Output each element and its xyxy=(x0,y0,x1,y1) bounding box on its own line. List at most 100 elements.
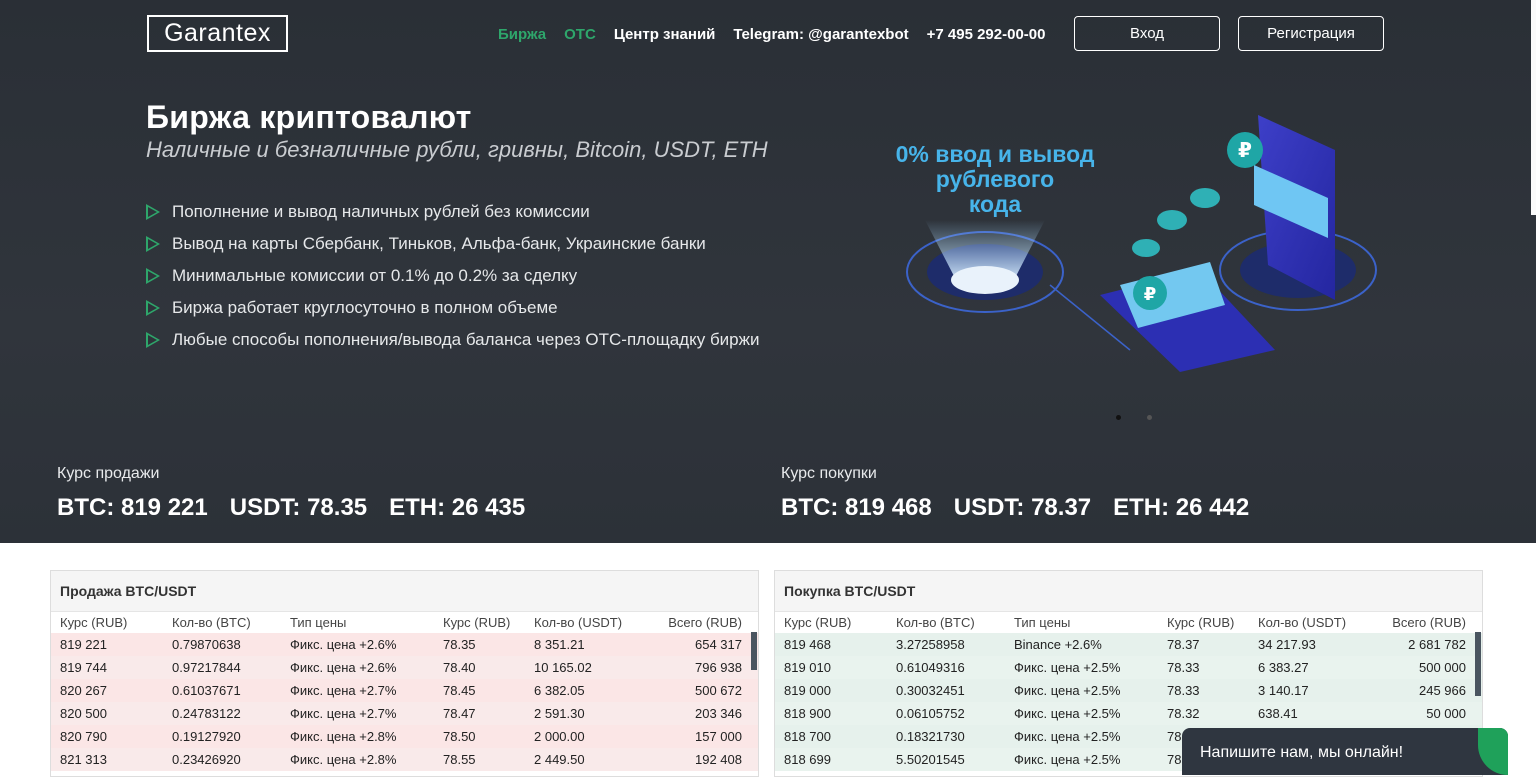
table-cell: Фикс. цена +2.5% xyxy=(1014,683,1121,698)
table-row[interactable]: 819 010 0.61049316 Фикс. цена +2.5% 78.33 6 … xyxy=(775,656,1482,679)
nav-phone[interactable]: +7 495 292-00-00 xyxy=(927,26,1046,46)
table-cell: 10 165.02 xyxy=(534,660,592,675)
table-cell: 78.33 xyxy=(1167,683,1200,698)
column-header: Курс (RUB) xyxy=(784,615,852,630)
feature-list: Пополнение и вывод наличных рублей без к… xyxy=(146,196,760,356)
login-button[interactable]: Вход xyxy=(1074,16,1220,51)
table-cell: 157 000 xyxy=(695,729,742,744)
nav-exchange[interactable]: Биржа xyxy=(498,26,546,46)
table-cell: 0.06105752 xyxy=(896,706,965,721)
column-header: Тип цены xyxy=(1014,615,1071,630)
table-cell: Фикс. цена +2.7% xyxy=(290,706,397,721)
column-header: Кол-во (BTC) xyxy=(172,615,251,630)
table-cell: Фикс. цена +2.5% xyxy=(1014,660,1121,675)
feature-item: Любые способы пополнения/вывода баланса … xyxy=(146,324,760,356)
table-cell: 819 010 xyxy=(784,660,831,675)
table-cell: 34 217.93 xyxy=(1258,637,1316,652)
table-cell: 192 408 xyxy=(695,752,742,767)
table-cell: 0.61049316 xyxy=(896,660,965,675)
promo-line: рублевого xyxy=(935,166,1055,192)
table-cell: Binance +2.6% xyxy=(1014,637,1102,652)
table-cell: 820 267 xyxy=(60,683,107,698)
table-cell: Фикс. цена +2.5% xyxy=(1014,752,1121,767)
feature-text: Минимальные комиссии от 0.1% до 0.2% за … xyxy=(172,266,578,285)
table-cell: Фикс. цена +2.8% xyxy=(290,729,397,744)
buy-rate-title: Курс покупки xyxy=(781,465,877,482)
table-cell: 819 744 xyxy=(60,660,107,675)
table-cell: 78.55 xyxy=(443,752,476,767)
table-cell: 654 317 xyxy=(695,637,742,652)
table-row[interactable]: 818 900 0.06105752 Фикс. цена +2.5% 78.32 63… xyxy=(775,702,1482,725)
table-cell: 78.47 xyxy=(443,706,476,721)
register-button[interactable]: Регистрация xyxy=(1238,16,1384,51)
sell-rate-btc: BTC: 819 221 xyxy=(57,494,208,521)
nav-telegram[interactable]: Telegram: @garantexbot xyxy=(733,26,908,46)
svg-text:₽: ₽ xyxy=(1144,284,1157,305)
nav-knowledge-center[interactable]: Центр знаний xyxy=(614,26,716,46)
table-cell: 6 382.05 xyxy=(534,683,585,698)
table-cell: 818 699 xyxy=(784,752,831,767)
table-row[interactable]: 821 313 0.23426920 Фикс. цена +2.8% 78.55 2 … xyxy=(51,748,758,771)
table-cell: 819 468 xyxy=(784,637,831,652)
nav-otc[interactable]: OTC xyxy=(564,26,596,46)
page-subtitle: Наличные и безналичные рубли, гривны, Bi… xyxy=(146,137,768,162)
sell-rate-usdt: USDT: 78.35 xyxy=(229,494,368,521)
column-header: Кол-во (USDT) xyxy=(1258,615,1347,630)
sell-orderbook-body: Курс (RUB) Кол-во (BTC) Тип цены Курс (RUB)… xyxy=(51,612,758,771)
table-cell: Фикс. цена +2.6% xyxy=(290,637,397,652)
column-header: Кол-во (USDT) xyxy=(534,615,623,630)
svg-text:₽: ₽ xyxy=(1238,138,1252,162)
table-cell: 78.37 xyxy=(1167,637,1200,652)
table-header-row: Курс (RUB) Кол-во (BTC) Тип цены Курс (RUB)… xyxy=(775,612,1482,633)
table-row[interactable]: 819 000 0.30032451 Фикс. цена +2.5% 78.33 3 … xyxy=(775,679,1482,702)
table-cell: 0.19127920 xyxy=(172,729,241,744)
page-title: Биржа криптовалют xyxy=(146,99,472,135)
feature-item: Пополнение и вывод наличных рублей без к… xyxy=(146,196,760,228)
page-scrollbar[interactable] xyxy=(1531,0,1536,215)
buy-rate-eth: ETH: 26 442 xyxy=(1113,494,1250,521)
table-cell: 2 591.30 xyxy=(534,706,585,721)
main-nav: Биржа OTC Центр знаний Telegram: @garant… xyxy=(498,26,1045,46)
table-cell: Фикс. цена +2.7% xyxy=(290,683,397,698)
sell-orderbook-title: Продажа BTC/USDT xyxy=(51,571,758,612)
buy-orderbook-title: Покупка BTC/USDT xyxy=(775,571,1482,612)
table-cell: 8 351.21 xyxy=(534,637,585,652)
table-cell: Фикс. цена +2.5% xyxy=(1014,706,1121,721)
table-row[interactable]: 819 468 3.27258958 Binance +2.6% 78.37 34 21… xyxy=(775,633,1482,656)
feature-item: Вывод на карты Сбербанк, Тиньков, Альфа-… xyxy=(146,228,760,260)
table-row[interactable]: 820 790 0.19127920 Фикс. цена +2.8% 78.50 2 … xyxy=(51,725,758,748)
table-cell: 78.35 xyxy=(443,637,476,652)
table-cell: 0.61037671 xyxy=(172,683,241,698)
triangle-bullet-icon xyxy=(146,268,160,284)
table-cell: 245 966 xyxy=(1419,683,1466,698)
triangle-bullet-icon xyxy=(146,332,160,348)
slider-dot-active[interactable] xyxy=(1116,415,1121,420)
promo-line: кода xyxy=(968,191,1022,217)
slider-dot[interactable] xyxy=(1147,415,1152,420)
buy-orderbook-scrollbar[interactable] xyxy=(1475,632,1481,696)
table-row[interactable]: 819 221 0.79870638 Фикс. цена +2.6% 78.35 8 … xyxy=(51,633,758,656)
table-cell: 50 000 xyxy=(1426,706,1466,721)
triangle-bullet-icon xyxy=(146,204,160,220)
table-cell: 78.50 xyxy=(443,729,476,744)
table-cell: 0.97217844 xyxy=(172,660,241,675)
table-cell: 500 672 xyxy=(695,683,742,698)
table-cell: 821 313 xyxy=(60,752,107,767)
sell-orderbook-scrollbar[interactable] xyxy=(751,632,757,670)
table-cell: 78.45 xyxy=(443,683,476,698)
table-cell: 78.33 xyxy=(1167,660,1200,675)
table-row[interactable]: 819 744 0.97217844 Фикс. цена +2.6% 78.40 10… xyxy=(51,656,758,679)
column-header: Курс (RUB) xyxy=(60,615,128,630)
feature-text: Вывод на карты Сбербанк, Тиньков, Альфа-… xyxy=(172,234,706,253)
table-cell: 6 383.27 xyxy=(1258,660,1309,675)
table-row[interactable]: 820 267 0.61037671 Фикс. цена +2.7% 78.45 6 … xyxy=(51,679,758,702)
table-cell: 818 700 xyxy=(784,729,831,744)
logo[interactable]: Garantex xyxy=(147,15,288,52)
hero-section: Garantex Биржа OTC Центр знаний Telegram… xyxy=(0,0,1536,543)
feature-item: Минимальные комиссии от 0.1% до 0.2% за … xyxy=(146,260,760,292)
table-cell: 796 938 xyxy=(695,660,742,675)
chat-widget[interactable]: Напишите нам, мы онлайн! xyxy=(1182,728,1508,775)
table-cell: 3.27258958 xyxy=(896,637,965,652)
table-row[interactable]: 820 500 0.24783122 Фикс. цена +2.7% 78.47 2 … xyxy=(51,702,758,725)
table-cell: 500 000 xyxy=(1419,660,1466,675)
